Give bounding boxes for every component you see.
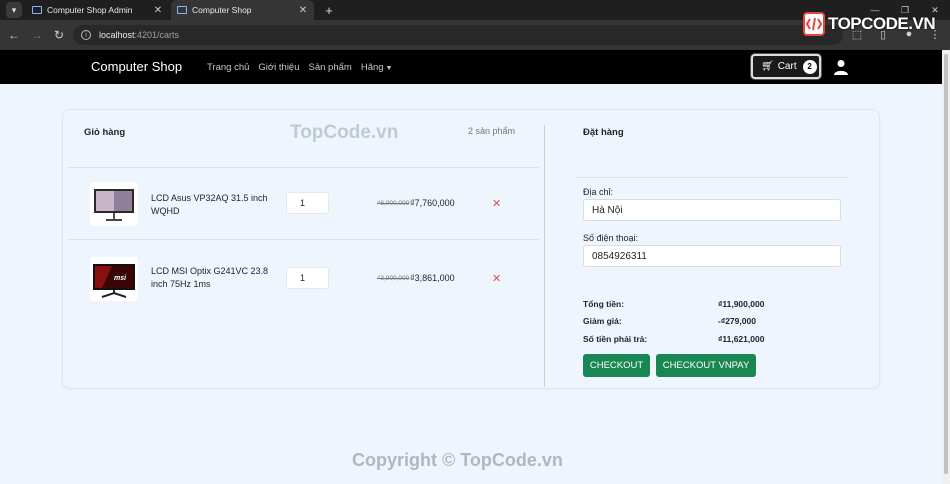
- svg-text:msi: msi: [114, 275, 127, 282]
- address-input[interactable]: Hà Nội: [583, 199, 841, 221]
- quantity-input[interactable]: 1: [286, 267, 329, 289]
- new-tab-icon[interactable]: +: [321, 2, 337, 18]
- chevron-down-icon: ▼: [385, 65, 393, 72]
- cart-button[interactable]: 🛒︎ Cart 2: [751, 54, 821, 79]
- product-price: ₫3,861,000: [410, 273, 455, 283]
- close-icon[interactable]: ✕: [298, 5, 308, 16]
- monitor-icon: [177, 6, 187, 14]
- address-label: Địa chỉ:: [583, 187, 614, 197]
- nav-link-home[interactable]: Trang chủ: [207, 62, 249, 73]
- phone-input[interactable]: 0854926311: [583, 245, 841, 267]
- checkout-vnpay-button[interactable]: CHECKOUT VNPAY: [656, 354, 756, 377]
- browser-tab-shop[interactable]: Computer Shop ✕: [171, 0, 314, 20]
- tab-title: Computer Shop: [192, 5, 252, 15]
- quantity-input[interactable]: 1: [286, 192, 329, 214]
- app-navbar: Computer Shop Trang chủ Giới thiệu Sản p…: [0, 50, 942, 84]
- nav-link-brands-label: Hãng: [360, 62, 384, 73]
- divider: [576, 177, 848, 178]
- url-path: :4201/carts: [134, 30, 180, 40]
- amount-due-value: ₫11,621,000: [718, 334, 765, 344]
- nav-link-about[interactable]: Giới thiệu: [258, 62, 299, 73]
- topcode-logo-icon: [803, 12, 825, 36]
- phone-label: Số điện thoại:: [583, 233, 639, 243]
- product-name[interactable]: LCD Asus VP32AQ 31.5 inch WQHD: [151, 192, 286, 218]
- cart-title: Giỏ hàng: [84, 127, 126, 138]
- url-host: localhost: [99, 30, 135, 40]
- tab-title: Computer Shop Admin: [47, 5, 133, 15]
- order-title: Đặt hàng: [583, 127, 624, 138]
- site-info-icon[interactable]: i: [81, 30, 91, 40]
- checkout-button[interactable]: CHECKOUT: [583, 354, 650, 377]
- discount-label: Giảm giá:: [583, 316, 622, 326]
- cart-count-badge: 2: [802, 59, 817, 74]
- amount-due-label: Số tiền phải trả:: [583, 334, 648, 344]
- watermark-text: TopCode.vn: [290, 122, 399, 143]
- forward-icon[interactable]: →: [29, 27, 45, 43]
- remove-item-button[interactable]: ✕: [492, 197, 501, 210]
- reload-icon[interactable]: ↻: [51, 27, 67, 43]
- brand-logo[interactable]: Computer Shop: [91, 59, 182, 74]
- address-bar[interactable]: i localhost:4201/carts: [73, 25, 843, 45]
- vertical-divider: [544, 125, 545, 387]
- cart-item-count: 2 sản phẩm: [468, 126, 516, 136]
- remove-item-button[interactable]: ✕: [492, 272, 501, 285]
- nav-links: Trang chủ Giới thiệu Sản phẩm Hãng ▼: [207, 62, 392, 73]
- browser-tab-admin[interactable]: Computer Shop Admin ✕: [26, 0, 169, 20]
- topcode-logo-text: TOPCODE.VN: [828, 14, 936, 34]
- close-icon[interactable]: ✕: [153, 5, 163, 16]
- cart-item: LCD Asus VP32AQ 31.5 inch WQHD 1 ₫8,000,…: [68, 168, 539, 240]
- scrollbar-thumb[interactable]: [944, 54, 948, 474]
- tab-search-icon[interactable]: ▾: [6, 2, 22, 18]
- total-label: Tổng tiền:: [583, 299, 625, 309]
- topcode-logo: [803, 12, 825, 36]
- shopping-cart-icon: 🛒︎: [761, 61, 774, 72]
- product-old-price: ₫8,000,000: [377, 200, 410, 207]
- cart-label: Cart: [777, 61, 797, 72]
- monitor-icon: [32, 6, 42, 14]
- product-old-price: ₫3,900,000: [377, 275, 410, 282]
- nav-link-brands[interactable]: Hãng ▼: [361, 62, 393, 73]
- nav-link-products[interactable]: Sản phẩm: [309, 62, 352, 73]
- product-price: ₫7,760,000: [410, 198, 455, 208]
- product-name[interactable]: LCD MSI Optix G241VC 23.8 inch 75Hz 1ms: [151, 265, 286, 291]
- discount-value: -₫279,000: [718, 316, 756, 326]
- total-value: ₫11,900,000: [718, 299, 765, 309]
- back-icon[interactable]: ←: [6, 27, 22, 43]
- product-image-asus[interactable]: [90, 182, 138, 226]
- product-image-msi[interactable]: msi: [90, 257, 138, 301]
- topcode-logo-label: TOPCODE.VN: [828, 14, 936, 33]
- cart-item: msi LCD MSI Optix G241VC 23.8 inch 75Hz …: [68, 243, 539, 315]
- copyright-watermark: Copyright © TopCode.vn: [352, 450, 563, 470]
- user-icon[interactable]: [833, 59, 849, 75]
- page-scrollbar[interactable]: [942, 50, 950, 484]
